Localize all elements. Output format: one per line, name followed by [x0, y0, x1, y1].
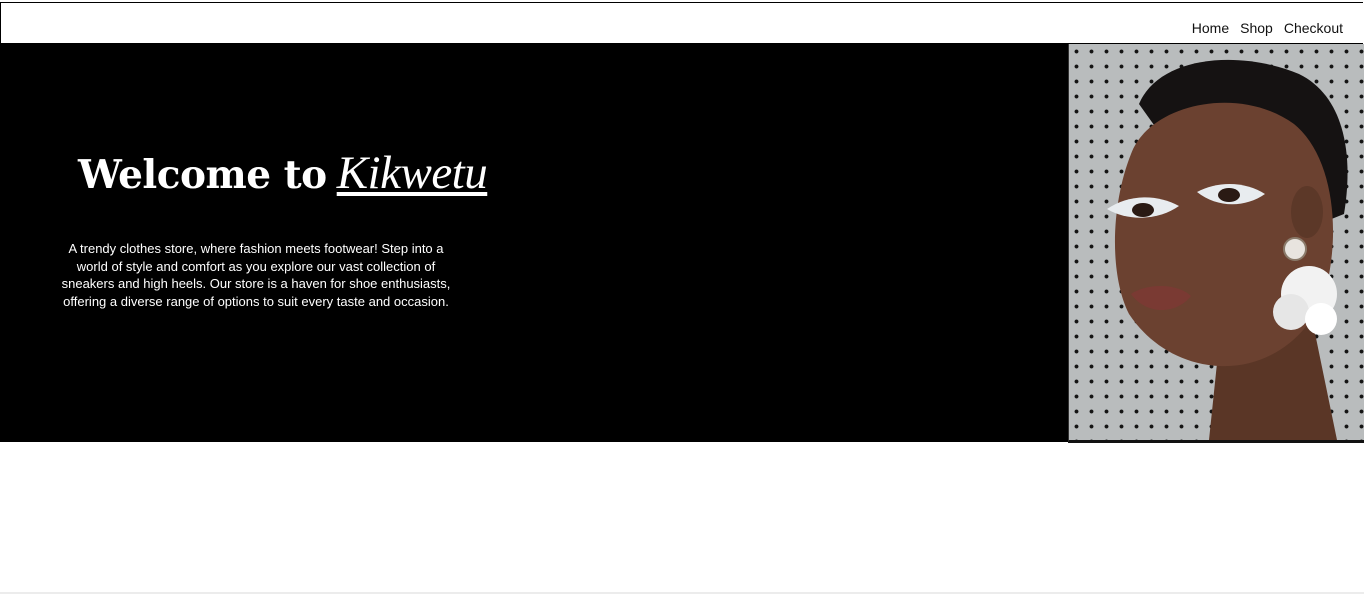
hero-description: A trendy clothes store, where fashion me… [61, 241, 451, 309]
brand-name: Kikwetu [336, 147, 488, 199]
navbar: Home Shop Checkout [0, 2, 1363, 44]
nav-links: Home Shop Checkout [1192, 20, 1343, 36]
hero-photo [1068, 44, 1364, 443]
hero-title-welcome: Welcome to [78, 152, 327, 198]
nav-link-home[interactable]: Home [1192, 20, 1229, 36]
nav-link-shop[interactable]: Shop [1240, 20, 1273, 36]
hero-title: Welcome to Kikwetu [78, 146, 488, 200]
nav-link-checkout[interactable]: Checkout [1284, 20, 1343, 36]
portrait-illustration [1107, 59, 1348, 440]
